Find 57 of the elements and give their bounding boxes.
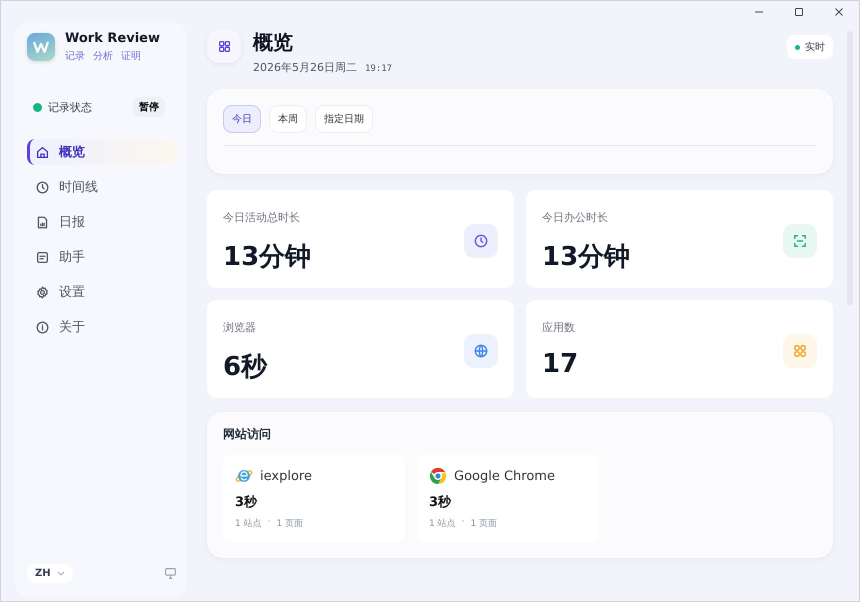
clock-icon (474, 234, 488, 248)
clock-icon (36, 180, 49, 194)
grid-icon (207, 29, 241, 63)
pause-button[interactable]: 暂停 (133, 97, 165, 117)
note-icon (36, 250, 49, 264)
stat-label: 浏览器 (223, 320, 257, 335)
stat-value: 13分钟 (542, 241, 630, 274)
header-link[interactable]: 证明 (121, 49, 141, 63)
caret-icon (56, 571, 65, 576)
sidebar-item[interactable]: 设置 (27, 279, 177, 305)
language-select[interactable]: ZH (27, 564, 73, 583)
site-count: 1 站点 (235, 518, 262, 530)
sidebar-item[interactable]: 助手 (27, 244, 177, 270)
stat-value: 13分钟 (223, 241, 312, 274)
duration-value: 3秒 (429, 494, 452, 511)
settings-icon (36, 286, 49, 298)
home-icon (36, 146, 49, 158)
time-label: 19:17 (365, 64, 392, 74)
monitor-icon[interactable] (164, 567, 177, 580)
sidebar-item[interactable]: 概览 (27, 139, 177, 165)
scan-icon (793, 234, 807, 248)
browser-e-icon (235, 467, 253, 485)
document-icon (36, 216, 49, 228)
stat-value: 6秒 (223, 351, 268, 384)
duration-value: 3秒 (235, 494, 258, 511)
sidebar-item[interactable]: 日报 (27, 209, 177, 235)
close-icon (834, 7, 844, 17)
app-logo (27, 33, 55, 61)
stat-value: 17 (542, 349, 578, 379)
stat-label: 今日活动总时长 (223, 210, 301, 225)
page-title: 概览 (253, 29, 294, 56)
range-tab[interactable]: 本周 (269, 105, 307, 133)
header-link[interactable]: 记录 (65, 49, 85, 63)
browser-name: Google Chrome (454, 468, 555, 484)
browser-wheel-icon (429, 467, 447, 485)
site-count: 1 站点 (429, 518, 456, 530)
page-count: 1 页面 (470, 518, 498, 530)
stat-label: 今日办公时长 (542, 210, 609, 225)
maximize-icon (794, 7, 804, 17)
range-tab[interactable]: 指定日期 (315, 105, 373, 133)
live-badge: 实时 (787, 35, 833, 59)
globe-icon (474, 344, 488, 358)
section-title: 网站访问 (223, 426, 272, 443)
sidebar-item[interactable]: 关于 (27, 314, 177, 340)
header-link[interactable]: 分析 (93, 49, 113, 63)
stat-label: 应用数 (542, 320, 576, 335)
status-label: 记录状态 (48, 100, 93, 114)
range-tab[interactable]: 今日 (223, 105, 261, 133)
info-icon (36, 320, 49, 334)
sidebar-item[interactable]: 时间线 (27, 174, 177, 200)
separator-dot: · (462, 517, 464, 529)
separator-dot: · (268, 517, 270, 529)
page-count: 1 页面 (276, 518, 304, 530)
browser-name: iexplore (260, 468, 312, 484)
app-name: Work Review (65, 31, 160, 46)
grid-icon (793, 344, 807, 358)
date-label: 2026年5月26日周二 (253, 60, 357, 75)
